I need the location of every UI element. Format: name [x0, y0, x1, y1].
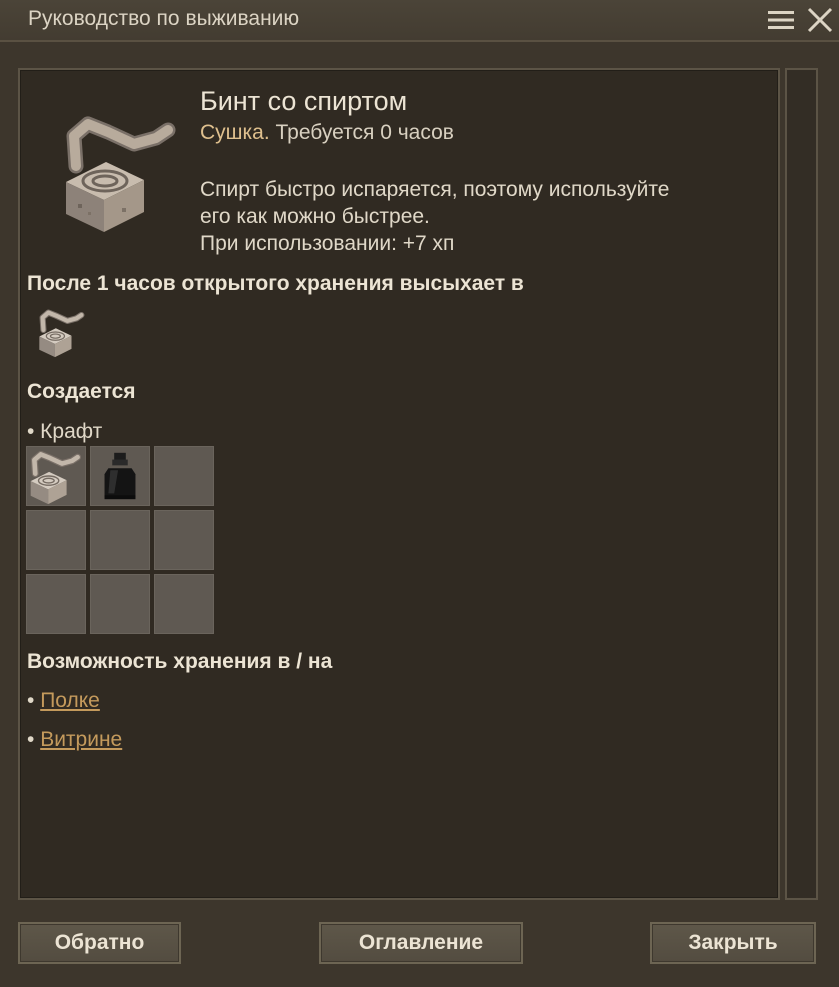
crafting-grid	[26, 446, 218, 638]
bandage-icon	[30, 450, 82, 505]
close-button[interactable]: Закрыть	[650, 922, 816, 964]
storage-heading: Возможность хранения в / на	[27, 650, 333, 673]
title-bar: Руководство по выживанию	[0, 0, 839, 42]
storage-link-showcase[interactable]: Витрине	[40, 728, 122, 751]
bullet: •	[27, 728, 41, 751]
item-description: Спирт быстро испаряется, поэтому использ…	[200, 176, 770, 257]
craft-slot[interactable]	[90, 510, 150, 570]
storage-link-shelf[interactable]: Полке	[40, 689, 100, 712]
alcohol-bandage-icon	[66, 116, 176, 232]
craft-slot[interactable]	[154, 446, 214, 506]
scrollbar[interactable]	[785, 68, 818, 900]
item-title: Бинт со спиртом	[200, 86, 408, 116]
storage-item: • Витрине	[27, 728, 122, 752]
contents-button[interactable]: Оглавление	[319, 922, 523, 964]
craft-slot[interactable]	[26, 446, 86, 506]
window-title: Руководство по выживанию	[28, 7, 300, 30]
storage-item: • Полке	[27, 689, 100, 713]
description-line: При использовании: +7 хп	[200, 232, 455, 255]
drying-heading: После 1 часов открытого хранения высыхае…	[27, 272, 524, 295]
close-icon[interactable]	[805, 5, 835, 35]
description-line: Спирт быстро испаряется, поэтому использ…	[200, 178, 670, 201]
process-name: Сушка.	[200, 121, 270, 144]
item-process-line: Сушка. Требуется 0 часов	[200, 121, 454, 145]
alcohol-bottle-icon	[104, 452, 136, 500]
craft-slot[interactable]	[90, 446, 150, 506]
craft-slot[interactable]	[154, 574, 214, 634]
craft-slot[interactable]	[90, 574, 150, 634]
process-detail: Требуется 0 часов	[269, 121, 454, 144]
craft-slot[interactable]	[154, 510, 214, 570]
guide-content-panel: Бинт со спиртом Сушка. Требуется 0 часов…	[18, 68, 780, 900]
bandage-icon[interactable]	[36, 306, 88, 358]
description-line: его как можно быстрее.	[200, 205, 430, 228]
creation-method: • Крафт	[27, 420, 103, 443]
craft-slot[interactable]	[26, 510, 86, 570]
craft-slot[interactable]	[26, 574, 86, 634]
creation-heading: Создается	[27, 380, 136, 403]
menu-icon[interactable]	[766, 5, 796, 35]
back-button[interactable]: Обратно	[18, 922, 181, 964]
bullet: •	[27, 689, 41, 712]
